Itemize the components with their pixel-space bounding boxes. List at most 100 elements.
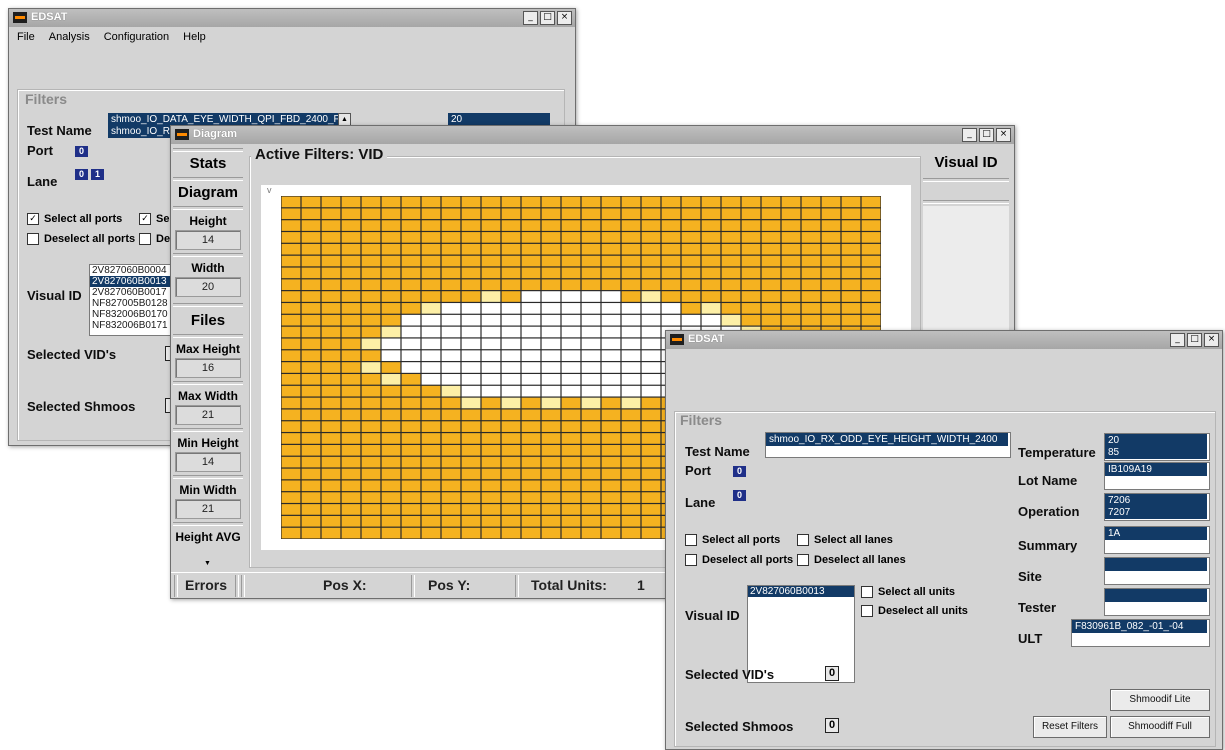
shmoo-cell[interactable] <box>621 255 641 267</box>
shmoo-cell[interactable] <box>541 444 561 456</box>
maximize-icon[interactable]: □ <box>1187 333 1202 347</box>
shmoo-cell[interactable] <box>521 504 541 515</box>
shmoo-cell[interactable] <box>681 303 701 314</box>
files-heading[interactable]: Files <box>173 312 243 329</box>
shmoo-cell[interactable] <box>441 374 461 385</box>
shmoo-cell[interactable] <box>581 196 601 208</box>
shmoo-cell[interactable] <box>381 468 401 480</box>
shmoo-cell[interactable] <box>541 374 561 385</box>
shmoo-cell[interactable] <box>441 492 461 503</box>
shmoo-cell[interactable] <box>721 196 741 208</box>
shmoo-cell[interactable] <box>461 444 481 456</box>
shmoo-cell[interactable] <box>361 243 381 255</box>
shmoo-cell[interactable] <box>481 515 501 527</box>
shmoo-cell[interactable] <box>601 314 621 326</box>
shmoo-cell[interactable] <box>461 279 481 291</box>
tester-option[interactable] <box>1105 589 1207 602</box>
shmoo-cell[interactable] <box>301 243 321 255</box>
shmoo-cell[interactable] <box>461 480 481 492</box>
shmoo-cell[interactable] <box>581 326 601 338</box>
list-item[interactable]: NF832006B0171 <box>90 320 172 331</box>
shmoo-cell[interactable] <box>621 492 641 503</box>
shmoo-cell[interactable] <box>601 267 621 279</box>
shmoo-cell[interactable] <box>521 255 541 267</box>
shmoo-cell[interactable] <box>401 374 421 385</box>
shmoo-cell[interactable] <box>621 208 641 220</box>
shmoo-cell[interactable] <box>321 362 341 373</box>
close-icon[interactable]: × <box>1204 333 1219 347</box>
shmoo-cell[interactable] <box>721 232 741 243</box>
shmoo-cell[interactable] <box>761 232 781 243</box>
list-item[interactable]: 2V827060B0004 <box>90 265 172 276</box>
shmoo-cell[interactable] <box>481 243 501 255</box>
shmoo-cell[interactable] <box>521 243 541 255</box>
shmoo-cell[interactable] <box>661 291 681 302</box>
shmoo-cell[interactable] <box>521 350 541 361</box>
shmoo-cell[interactable] <box>601 338 621 350</box>
shmoo-cell[interactable] <box>421 421 441 432</box>
shmoo-cell[interactable] <box>561 291 581 302</box>
shmoo-cell[interactable] <box>601 480 621 492</box>
shmoo-cell[interactable] <box>521 291 541 302</box>
shmoo-cell[interactable] <box>581 374 601 385</box>
shmoo-cell[interactable] <box>641 456 661 468</box>
reset-filters-button[interactable]: Reset Filters <box>1033 716 1107 738</box>
shmoo-cell[interactable] <box>341 421 361 432</box>
shmoo-cell[interactable] <box>701 267 721 279</box>
shmoo-cell[interactable] <box>341 374 361 385</box>
shmoo-cell[interactable] <box>341 444 361 456</box>
shmoo-cell[interactable] <box>581 527 601 539</box>
shmoo-cell[interactable] <box>581 303 601 314</box>
shmoo-cell[interactable] <box>601 243 621 255</box>
shmoo-cell[interactable] <box>561 468 581 480</box>
shmoo-cell[interactable] <box>521 409 541 421</box>
shmoo-cell[interactable] <box>421 220 441 231</box>
shmoo-cell[interactable] <box>521 232 541 243</box>
shmoo-cell[interactable] <box>481 326 501 338</box>
shmoo-cell[interactable] <box>681 291 701 302</box>
shmoo-cell[interactable] <box>741 243 761 255</box>
shmoo-cell[interactable] <box>661 267 681 279</box>
test-name-option[interactable]: shmoo_IO_RX_ODD_EYE_HEIGHT_WIDTH_2400 <box>766 433 1008 446</box>
operation-option[interactable]: 7207 <box>1105 506 1207 519</box>
shmoo-cell[interactable] <box>281 421 301 432</box>
shmoo-cell[interactable] <box>521 374 541 385</box>
shmoo-cell[interactable] <box>521 338 541 350</box>
shmoo-cell[interactable] <box>461 421 481 432</box>
checkbox-icon[interactable] <box>861 586 873 598</box>
shmoo-cell[interactable] <box>481 385 501 397</box>
shmoo-cell[interactable] <box>281 480 301 492</box>
shmoo-cell[interactable] <box>281 303 301 314</box>
shmoo-cell[interactable] <box>321 409 341 421</box>
shmoo-cell[interactable] <box>341 409 361 421</box>
shmoo-cell[interactable] <box>341 468 361 480</box>
shmoo-cell[interactable] <box>801 279 821 291</box>
checkbox-checked-icon[interactable]: ✓ <box>139 213 151 225</box>
shmoo-cell[interactable] <box>641 326 661 338</box>
shmoo-cell[interactable] <box>521 515 541 527</box>
shmoo-cell[interactable] <box>601 433 621 444</box>
shmoo-cell[interactable] <box>601 374 621 385</box>
shmoo-cell[interactable] <box>561 303 581 314</box>
temperature-option[interactable]: 85 <box>1105 446 1207 459</box>
shmoo-cell[interactable] <box>401 468 421 480</box>
shmoo-cell[interactable] <box>561 350 581 361</box>
shmoo-cell[interactable] <box>641 421 661 432</box>
shmoo-cell[interactable] <box>301 397 321 409</box>
shmoo-cell[interactable] <box>421 409 441 421</box>
shmoo-cell[interactable] <box>361 326 381 338</box>
visual-id-list[interactable]: 2V827060B0004 2V827060B0013 2V827060B001… <box>89 264 173 336</box>
shmoo-cell[interactable] <box>321 243 341 255</box>
shmoo-cell[interactable] <box>701 314 721 326</box>
shmoo-cell[interactable] <box>441 291 461 302</box>
shmoo-cell[interactable] <box>721 314 741 326</box>
shmoo-cell[interactable] <box>521 326 541 338</box>
shmoo-cell[interactable] <box>781 267 801 279</box>
shmoo-cell[interactable] <box>841 243 861 255</box>
shmoo-cell[interactable] <box>541 291 561 302</box>
shmoo-cell[interactable] <box>301 338 321 350</box>
shmoo-cell[interactable] <box>641 232 661 243</box>
shmoo-cell[interactable] <box>641 385 661 397</box>
shmoo-cell[interactable] <box>501 279 521 291</box>
shmoo-cell[interactable] <box>521 421 541 432</box>
